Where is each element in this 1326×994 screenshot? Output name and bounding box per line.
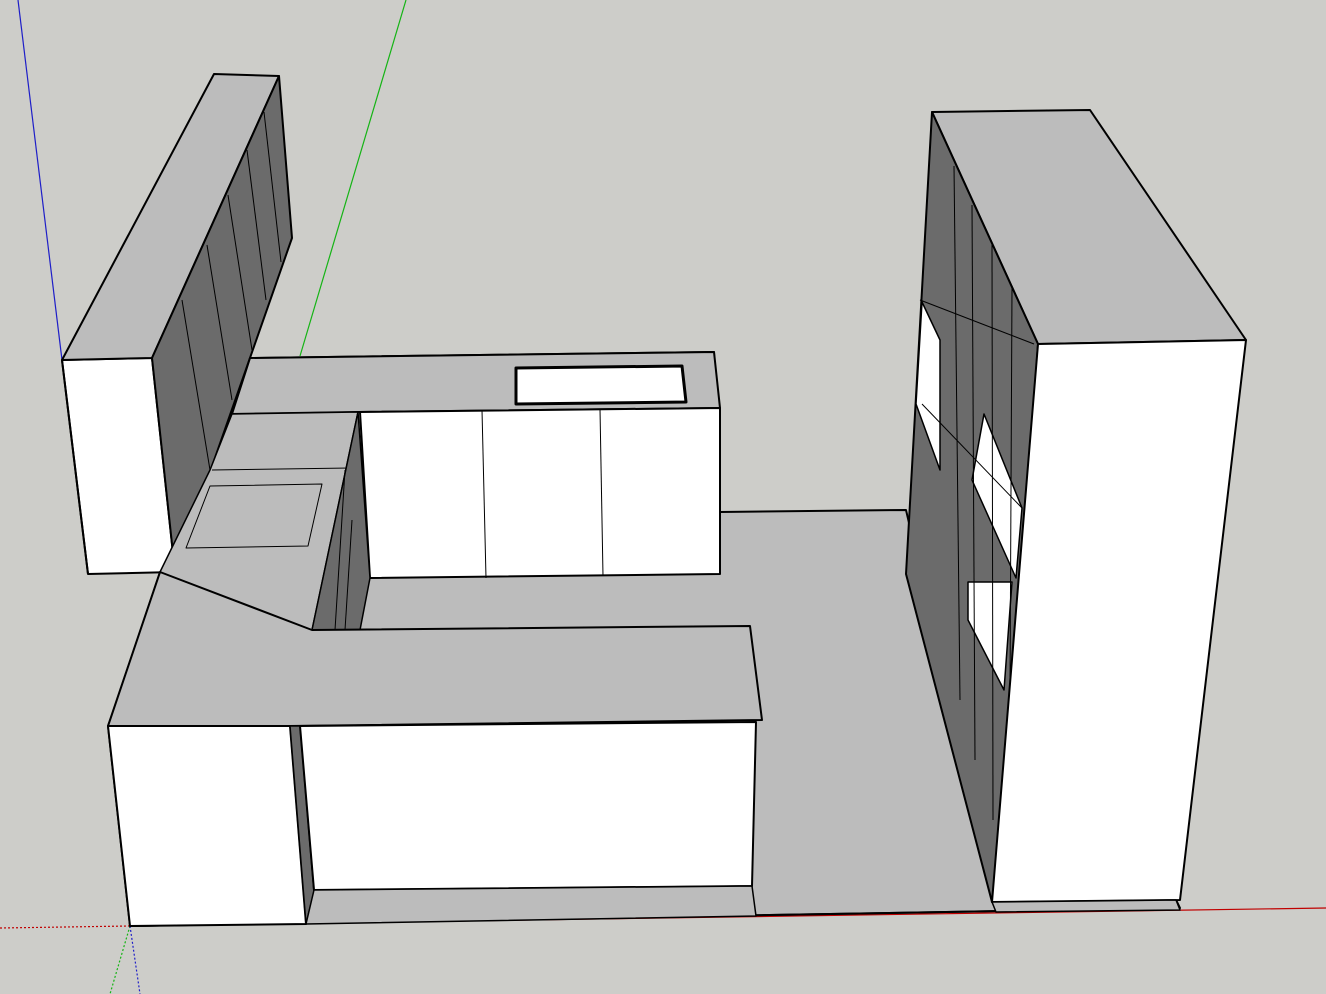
peninsula-front-face <box>299 721 757 891</box>
tall-cabinet-kick <box>991 899 1181 913</box>
sink-cutout <box>514 364 688 406</box>
model-viewport[interactable] <box>0 0 1326 994</box>
peninsula-left-end <box>107 725 307 927</box>
back-counter-front <box>359 407 721 579</box>
model-canvas[interactable] <box>0 0 1326 994</box>
